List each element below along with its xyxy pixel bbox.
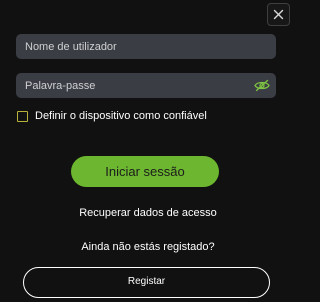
close-button[interactable]	[267, 3, 290, 26]
register-prompt: Ainda não estás registado?	[81, 241, 215, 253]
register-button[interactable]: Registar	[23, 267, 270, 298]
recover-access-link[interactable]: Recuperar dados de acesso	[0, 207, 296, 219]
eye-icon[interactable]	[254, 79, 270, 92]
trust-device-checkbox[interactable]	[17, 110, 28, 122]
username-input[interactable]	[16, 34, 276, 59]
close-icon	[273, 9, 284, 20]
password-field	[16, 73, 276, 98]
username-field	[16, 34, 276, 59]
trust-device-label[interactable]: Definir o dispositivo como confiável	[35, 110, 207, 122]
password-input[interactable]	[16, 73, 276, 98]
trust-device-row: Definir o dispositivo como confiável	[17, 109, 207, 123]
login-button[interactable]: Iniciar sessão	[71, 156, 219, 187]
